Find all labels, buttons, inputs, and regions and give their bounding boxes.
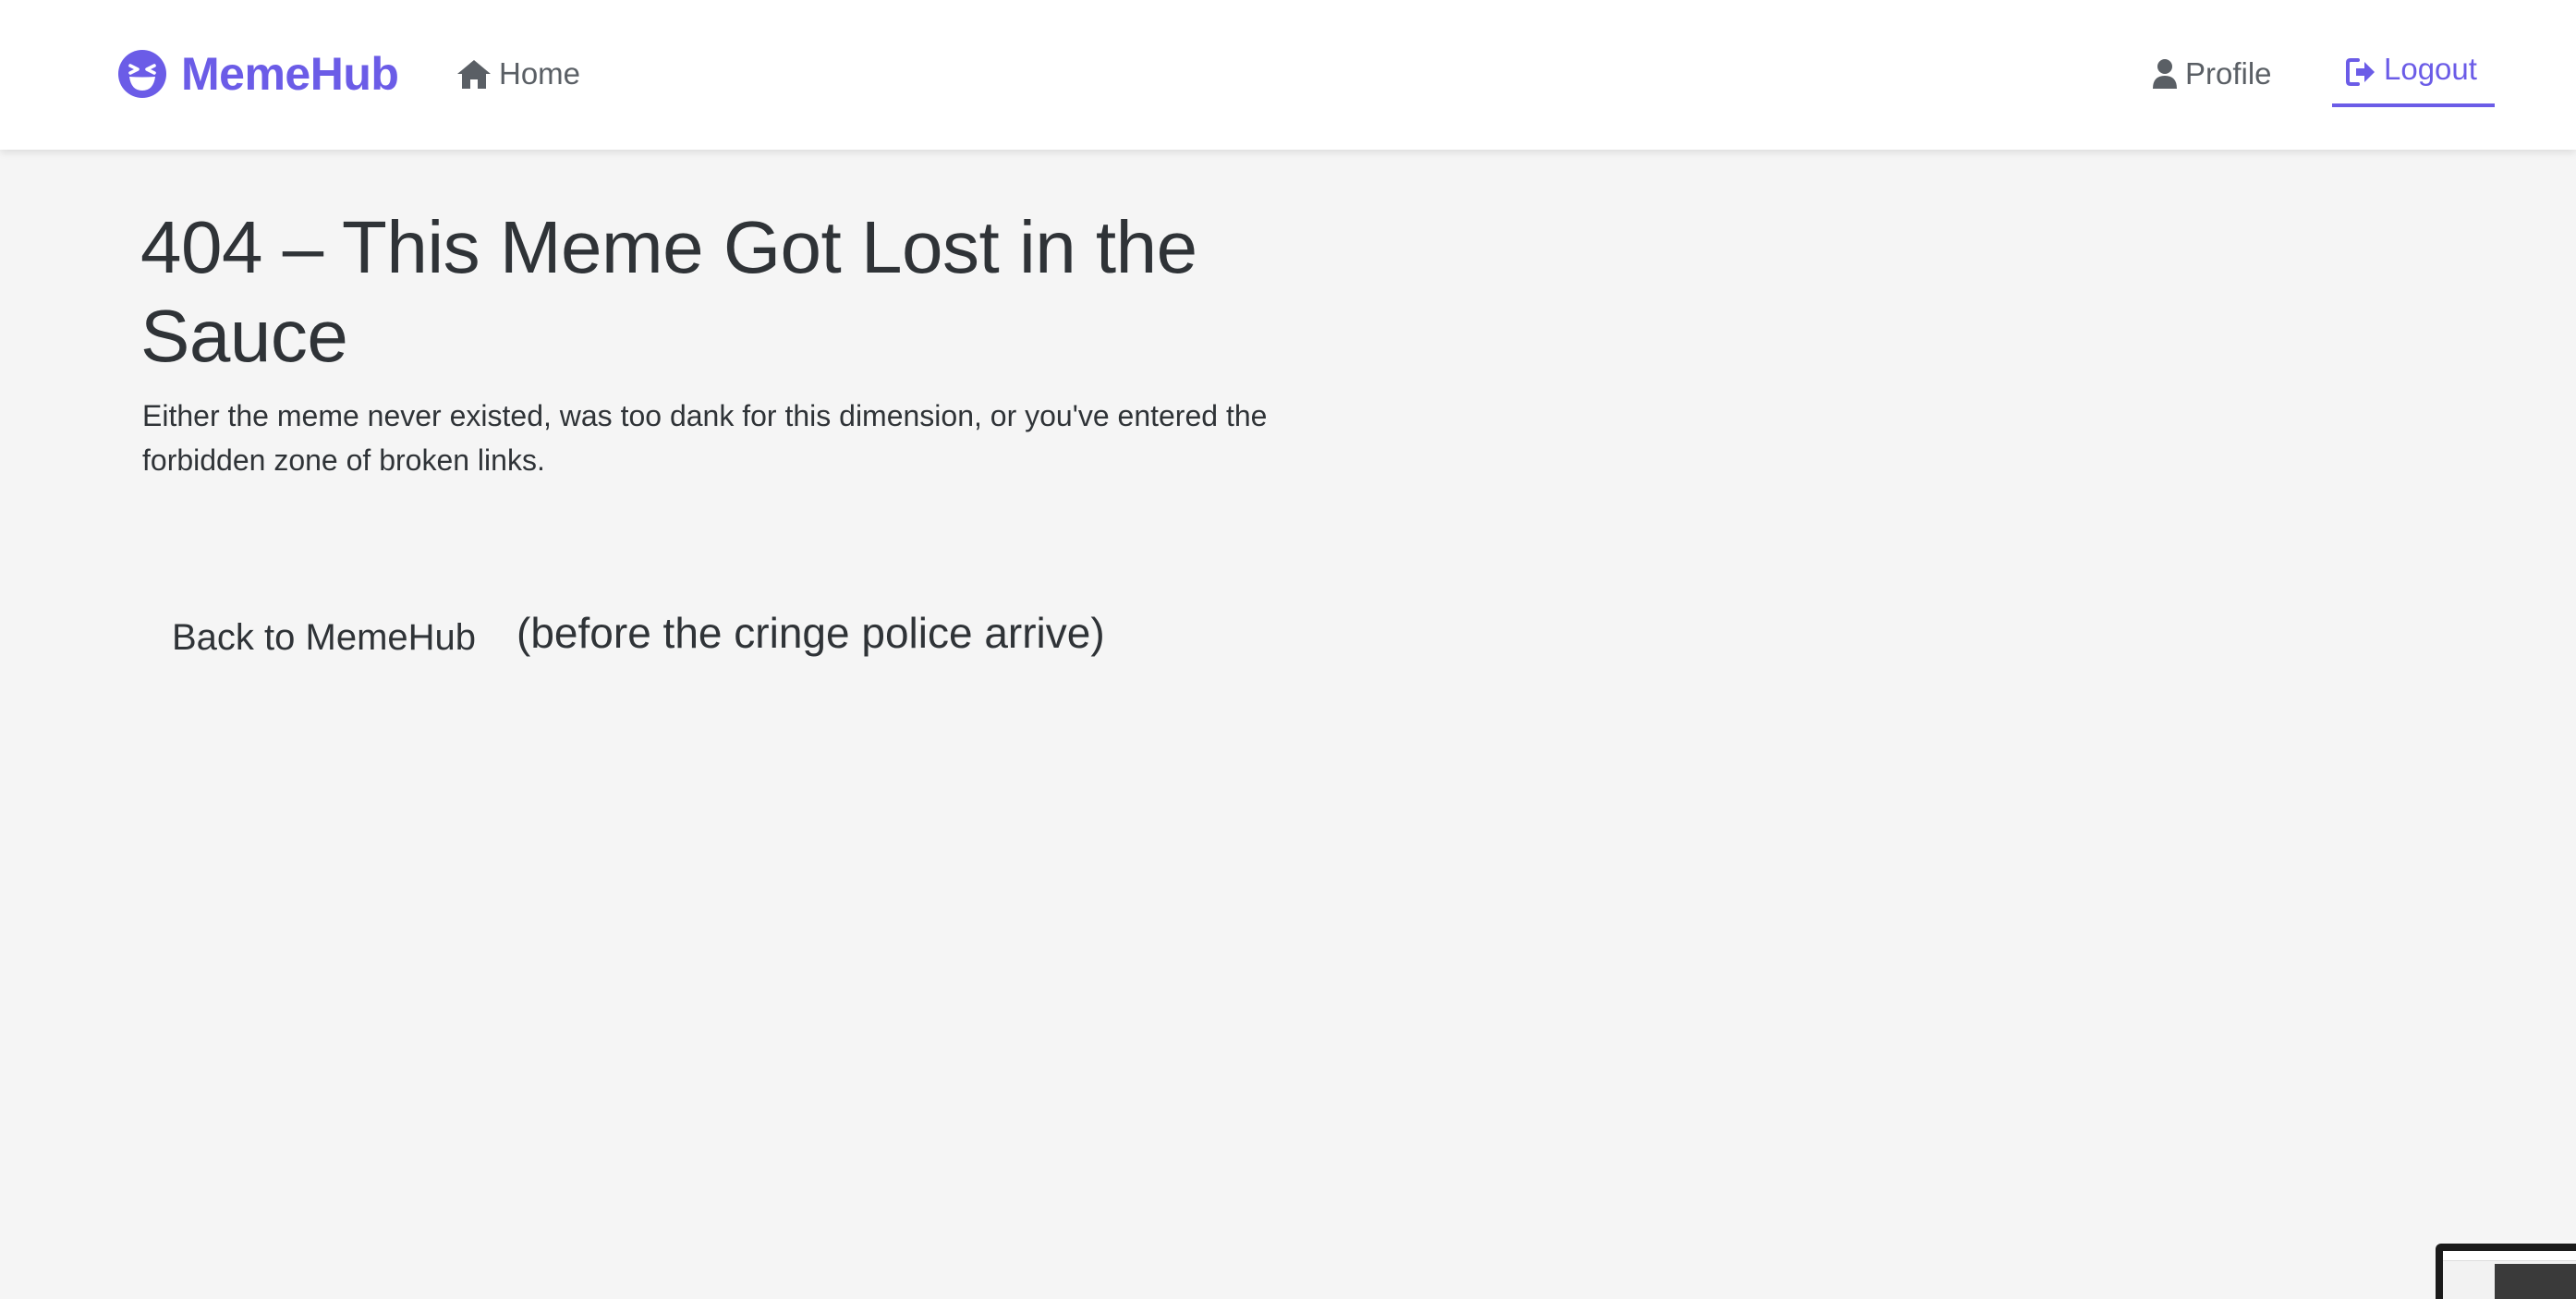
- nav-profile-link[interactable]: Profile: [2152, 52, 2272, 96]
- nav-home-link[interactable]: Home: [456, 52, 580, 96]
- preview-image: [2495, 1264, 2576, 1299]
- nav-profile-label: Profile: [2185, 56, 2272, 91]
- back-button-suffix: (before the cringe police arrive): [516, 609, 1105, 657]
- sign-out-icon: [2346, 58, 2375, 86]
- nav-logout-link[interactable]: Logout: [2332, 52, 2495, 107]
- error-content: 404 – This Meme Got Lost in the Sauce Ei…: [140, 203, 1286, 482]
- error-message: Either the meme never existed, was too d…: [142, 399, 1268, 477]
- preview-navbar: [2443, 1251, 2576, 1261]
- user-icon: [2153, 59, 2177, 89]
- top-navbar: MemeHub Home Profile Logout: [0, 0, 2576, 150]
- nav-logout-label: Logout: [2384, 52, 2477, 86]
- brand-name: MemeHub: [181, 48, 399, 100]
- home-icon: [457, 60, 491, 89]
- page-title: 404 – This Meme Got Lost in the Sauce: [140, 206, 1197, 377]
- brand-link[interactable]: MemeHub: [118, 46, 399, 102]
- back-row: Back to MemeHub (before the cringe polic…: [140, 601, 1105, 674]
- preview-content: [2443, 1251, 2576, 1299]
- nav-home-label: Home: [499, 56, 581, 91]
- laughing-face-icon: [118, 50, 166, 98]
- back-to-home-button[interactable]: Back to MemeHub: [140, 610, 507, 666]
- screenshot-preview-thumbnail[interactable]: [2436, 1244, 2576, 1299]
